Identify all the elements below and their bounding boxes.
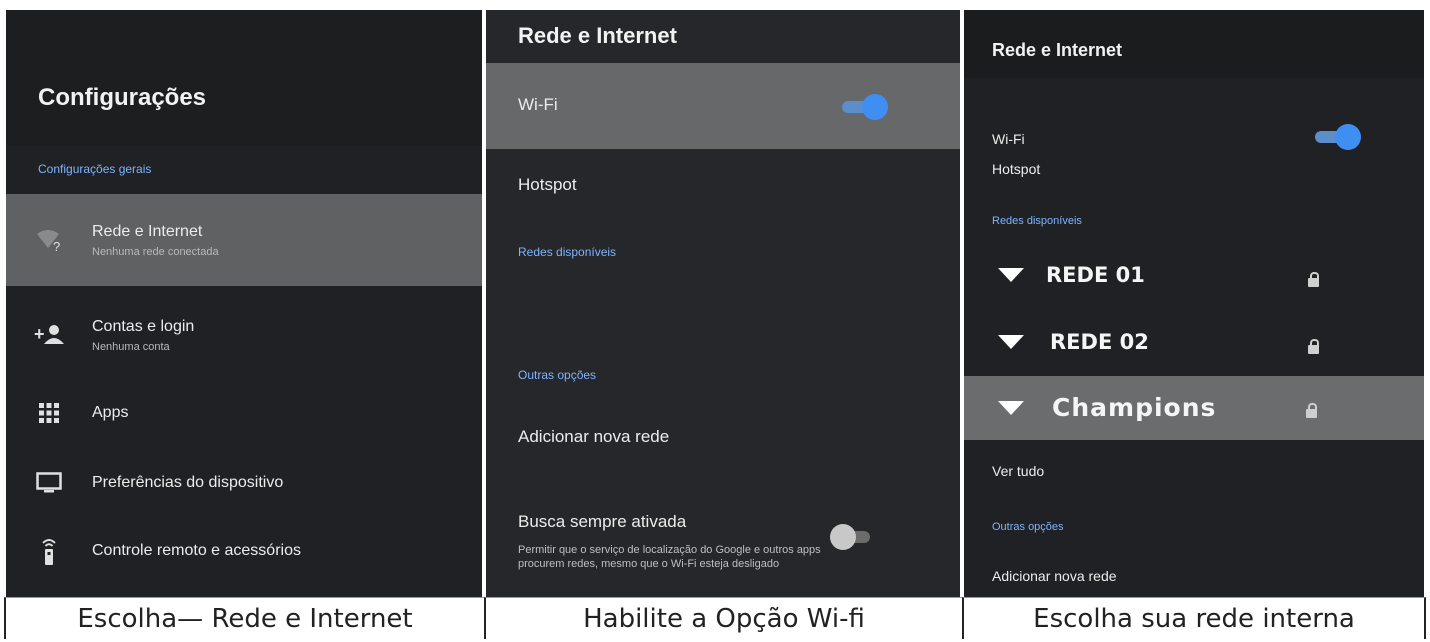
menu-item-sub: Nenhuma conta [92, 340, 170, 353]
caption-step-3: Escolha sua rede interna [962, 597, 1426, 639]
menu-item-label: Controle remoto e acessórios [92, 542, 301, 559]
wifi-signal-icon [998, 401, 1024, 415]
tutorial-frame: Configurações Configurações gerais ? Red… [0, 0, 1430, 642]
see-all-item[interactable]: Ver tudo [992, 463, 1044, 479]
menu-item-label: Apps [92, 404, 129, 421]
network-name: Champions [1052, 393, 1217, 422]
always-scan-description: Permitir que o serviço de localização do… [518, 544, 821, 570]
network-name: REDE 02 [1050, 330, 1149, 354]
menu-item-sub: Nenhuma rede conectada [92, 245, 219, 258]
menu-item-accounts[interactable]: + Contas e login Nenhuma conta [6, 302, 482, 368]
svg-text:?: ? [53, 239, 60, 252]
caption-step-1: Escolha— Rede e Internet [4, 597, 484, 639]
hotspot-item[interactable]: Hotspot [518, 175, 577, 195]
add-account-icon: + [6, 324, 92, 346]
menu-item-network[interactable]: ? Rede e Internet Nenhuma rede conectada [6, 194, 482, 286]
network-settings-panel: Rede e Internet Wi-Fi Hotspot Redes disp… [486, 10, 960, 597]
hotspot-item[interactable]: Hotspot [992, 161, 1040, 177]
caption-step-2: Habilite a Opção Wi-fi [484, 597, 962, 639]
menu-item-remote[interactable]: Controle remoto e acessórios [6, 518, 482, 584]
add-network-item[interactable]: Adicionar nova rede [518, 427, 669, 447]
wifi-signal-icon [998, 268, 1024, 282]
available-networks-section: Redes disponíveis [518, 245, 617, 259]
add-network-item[interactable]: Adicionar nova rede [992, 568, 1117, 584]
network-row-selected[interactable]: Champions [964, 376, 1424, 440]
panel-title: Rede e Internet [992, 40, 1123, 60]
always-scan-label: Busca sempre ativada [518, 512, 687, 531]
always-scan-toggle[interactable] [830, 524, 876, 550]
network-selection-panel: Rede e Internet Wi-Fi Hotspot Redes disp… [964, 10, 1424, 597]
apps-grid-icon [6, 403, 92, 423]
lock-icon [1308, 272, 1319, 287]
wifi-signal-icon [998, 335, 1024, 349]
remote-icon [6, 537, 92, 565]
wifi-question-icon: ? [6, 228, 92, 252]
menu-item-device-preferences[interactable]: Preferências do dispositivo [6, 450, 482, 516]
wifi-toggle[interactable] [1315, 124, 1361, 150]
menu-item-label: Preferências do dispositivo [92, 474, 284, 491]
network-name: REDE 01 [1046, 263, 1145, 287]
settings-title: Configurações [38, 84, 207, 111]
menu-item-label: Contas e login [92, 317, 195, 335]
settings-header [6, 10, 482, 146]
menu-item-label: Rede e Internet [92, 222, 203, 240]
network-row[interactable]: REDE 02 [964, 310, 1424, 374]
lock-icon [1308, 339, 1319, 354]
wifi-row[interactable]: Wi-Fi [486, 63, 960, 149]
wifi-toggle[interactable] [842, 94, 888, 120]
other-options-section: Outras opções [518, 368, 597, 382]
wifi-label: Wi-Fi [992, 131, 1025, 147]
menu-item-apps[interactable]: Apps [6, 380, 482, 446]
other-options-section: Outras opções [992, 521, 1064, 533]
lock-icon [1306, 403, 1317, 418]
settings-panel: Configurações Configurações gerais ? Red… [6, 10, 482, 597]
available-networks-section: Redes disponíveis [992, 215, 1082, 227]
wifi-label: Wi-Fi [518, 95, 558, 114]
network-row[interactable]: REDE 01 [964, 243, 1424, 307]
general-settings-section: Configurações gerais [38, 162, 152, 176]
monitor-icon [6, 472, 92, 494]
svg-text:+: + [34, 324, 45, 344]
panel-title: Rede e Internet [518, 23, 677, 48]
